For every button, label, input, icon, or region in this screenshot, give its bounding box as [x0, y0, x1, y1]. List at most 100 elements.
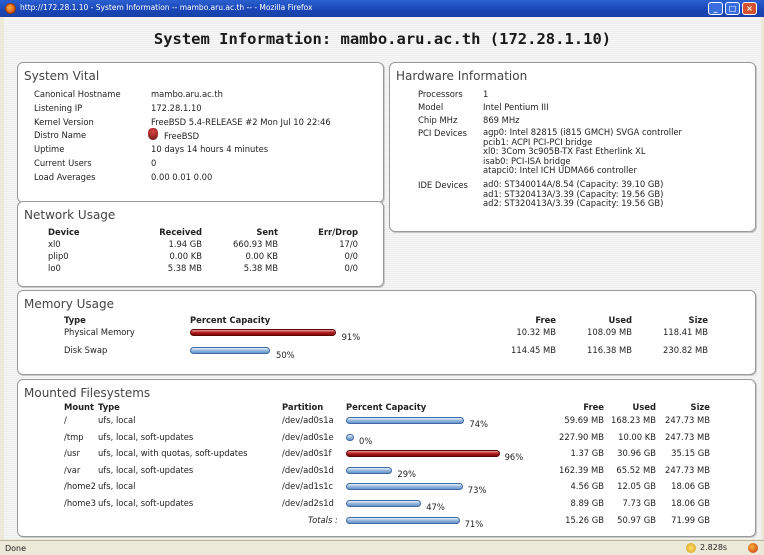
network-received: 0.00 KB — [169, 251, 202, 261]
fs-percent: 96% — [504, 452, 524, 462]
fs-usage-bar — [346, 433, 354, 441]
fs-type: ufs, local, with quotas, soft-updates — [98, 448, 248, 458]
fs-type: ufs, local — [98, 415, 136, 425]
vital-value: 10 days 14 hours 4 minutes — [151, 144, 269, 155]
fs-type: ufs, local, soft-updates — [98, 431, 194, 442]
network-sent: 5.38 MB — [243, 263, 278, 273]
memory-panel: Memory Usage Type Percent Capacity Free … — [17, 290, 756, 375]
pci-device: isab0: PCI-ISA bridge — [483, 155, 571, 166]
speed-icon — [686, 543, 696, 553]
chip-value: 869 MHz — [483, 115, 520, 125]
fs-type: ufs, local — [98, 481, 136, 491]
fs-header-type: Type — [98, 402, 120, 412]
fs-header-used: Used — [632, 402, 656, 412]
window-title: http://172.28.1.10 - System Information … — [20, 3, 313, 12]
model-label: Model — [418, 102, 444, 112]
fs-totals-used: 50.97 GB — [617, 515, 656, 525]
vital-value: FreeBSD 5.4-RELEASE #2 Mon Jul 10 22:46 — [151, 116, 331, 127]
close-button[interactable]: × — [742, 2, 757, 15]
memory-used: 108.09 MB — [587, 327, 632, 337]
fs-partition: /dev/ad1s1c — [282, 481, 334, 491]
fs-partition: /dev/ad0s1e — [282, 431, 334, 442]
fs-percent: 73% — [467, 485, 487, 495]
processors-value: 1 — [483, 89, 489, 99]
fs-used: 12.05 GB — [617, 481, 656, 491]
filesystems-title: Mounted Filesystems — [24, 386, 151, 400]
vital-label: Listening IP — [34, 102, 83, 113]
fs-mount: /home2 — [64, 481, 96, 491]
memory-title: Memory Usage — [24, 297, 115, 311]
fs-type: ufs, local, soft-updates — [98, 464, 194, 475]
load-time: 2.828s — [700, 543, 728, 552]
firefox-icon — [5, 3, 16, 14]
fs-partition: /dev/ad0s1f — [282, 448, 332, 458]
network-errdrop: 0/0 — [344, 251, 358, 261]
page-content: System Information: mambo.aru.ac.th (172… — [4, 17, 761, 539]
system-vital-panel: System Vital Canonical Hostname mambo.aru… — [17, 62, 384, 203]
network-received: 1.94 GB — [168, 239, 202, 249]
pci-device: xl0: 3Com 3c905B-TX Fast Etherlink XL — [483, 146, 646, 156]
fs-used: 30.96 GB — [617, 448, 656, 458]
vital-label: Canonical Hostname — [34, 89, 121, 99]
vital-label: Distro Name — [34, 130, 87, 141]
memory-percent: 91% — [341, 332, 361, 342]
vital-label: Uptime — [34, 144, 65, 155]
memory-usage-bar — [190, 329, 336, 336]
status-bar: Done 2.828s — [0, 540, 764, 555]
ide-device: ad0: ST340014A/8.54 (Capacity: 39.10 GB) — [483, 179, 664, 189]
hardware-title: Hardware Information — [396, 69, 528, 83]
model-value: Intel Pentium III — [483, 102, 549, 112]
hardware-panel: Hardware Information Processors 1 Model … — [389, 62, 756, 232]
network-device: lo0 — [48, 263, 61, 273]
window-titlebar: http://172.28.1.10 - System Information … — [0, 0, 764, 17]
pci-device: atapci0: Intel ICH UDMA66 controller — [483, 165, 637, 175]
fs-header-partition: Partition — [282, 402, 324, 412]
fs-free: 162.39 MB — [559, 464, 604, 475]
memory-type: Physical Memory — [64, 327, 135, 337]
fs-free: 227.90 MB — [559, 431, 604, 442]
fs-mount: /usr — [64, 448, 80, 458]
fs-mount: / — [64, 415, 67, 425]
vital-label: Kernel Version — [34, 116, 94, 127]
memory-header-percent: Percent Capacity — [190, 315, 271, 325]
fs-mount: /home3 — [64, 497, 96, 508]
fs-size: 18.06 GB — [671, 497, 710, 508]
network-header-device: Device — [48, 227, 80, 237]
fs-used: 10.00 KB — [618, 431, 656, 442]
maximize-button[interactable]: □ — [725, 2, 740, 15]
fs-size: 247.73 MB — [665, 415, 710, 425]
fs-header-size: Size — [690, 402, 710, 412]
fs-percent: 0% — [359, 435, 373, 446]
fs-used: 168.23 MB — [611, 415, 656, 425]
fs-partition: /dev/ad2s1d — [282, 497, 334, 508]
page-title: System Information: mambo.aru.ac.th (172… — [153, 30, 612, 48]
chip-label: Chip MHz — [418, 115, 458, 125]
memory-header-size: Size — [688, 315, 708, 325]
fs-totals-bar — [346, 517, 460, 524]
fs-size: 35.15 GB — [671, 448, 710, 458]
network-device: xl0 — [48, 239, 61, 249]
status-text: Done — [5, 544, 27, 553]
network-header-errdrop: Err/Drop — [318, 227, 358, 237]
network-device: plip0 — [48, 251, 69, 261]
vital-value: 0 — [151, 158, 157, 168]
vital-label: Current Users — [34, 158, 92, 168]
fs-percent: 47% — [426, 501, 445, 512]
fs-mount: /var — [64, 464, 81, 475]
vital-label: Load Averages — [34, 171, 96, 182]
network-panel: Network Usage Device Received Sent Err/D… — [17, 201, 384, 287]
fs-free: 1.37 GB — [570, 448, 604, 458]
firefox-status-icon[interactable] — [748, 543, 758, 553]
ide-label: IDE Devices — [418, 180, 468, 190]
minimize-button[interactable]: _ — [708, 2, 723, 15]
fs-usage-bar — [346, 417, 465, 424]
fs-totals-label: Totals : — [308, 515, 338, 525]
vital-value: 0.00 0.01 0.00 — [151, 171, 213, 182]
memory-free: 10.32 MB — [516, 327, 556, 337]
ide-device: ad1: ST320413A/3.39 (Capacity: 19.56 GB) — [483, 188, 664, 199]
ide-device: ad2: ST320413A/3.39 (Capacity: 19.56 GB) — [483, 198, 664, 208]
processors-label: Processors — [418, 89, 463, 99]
fs-totals-size: 71.99 GB — [671, 515, 710, 525]
fs-totals-percent: 71% — [464, 519, 484, 529]
fs-usage-bar — [346, 450, 500, 457]
